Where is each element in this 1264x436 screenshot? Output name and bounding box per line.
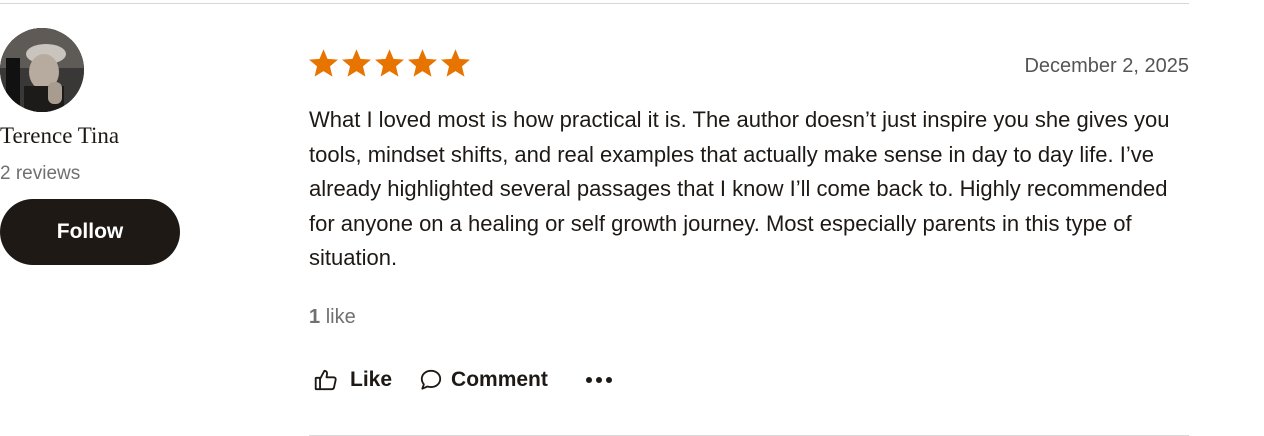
review-actions: Like Comment <box>309 362 614 398</box>
reviewer-review-count: 2 reviews <box>0 163 81 184</box>
star-icon <box>408 49 437 77</box>
review-text: What I loved most is how practical it is… <box>309 107 1170 270</box>
star-icon <box>441 49 470 77</box>
thumbs-up-icon <box>311 365 341 395</box>
more-horizontal-icon <box>584 365 614 395</box>
more-options-button[interactable] <box>584 365 614 395</box>
star-icon <box>375 49 404 77</box>
star-rating <box>307 47 472 81</box>
reviewer-avatar[interactable] <box>0 28 84 112</box>
likes-number: 1 <box>309 306 321 328</box>
star-icon <box>342 49 371 77</box>
likes-count[interactable]: 1 like <box>309 305 356 329</box>
comment-label: Comment <box>451 368 548 391</box>
like-button[interactable]: Like <box>311 365 392 395</box>
likes-word: like <box>325 306 356 328</box>
star-icon <box>309 49 338 77</box>
follow-button[interactable]: Follow <box>0 199 180 265</box>
top-divider <box>0 3 1189 4</box>
comment-button[interactable]: Comment <box>416 365 548 395</box>
reviewer-name[interactable]: Terence Tina <box>0 122 119 150</box>
comment-bubble-icon <box>416 365 446 395</box>
avatar-photo <box>0 28 84 112</box>
like-label: Like <box>350 368 393 391</box>
review-date[interactable]: December 2, 2025 <box>1024 54 1189 78</box>
